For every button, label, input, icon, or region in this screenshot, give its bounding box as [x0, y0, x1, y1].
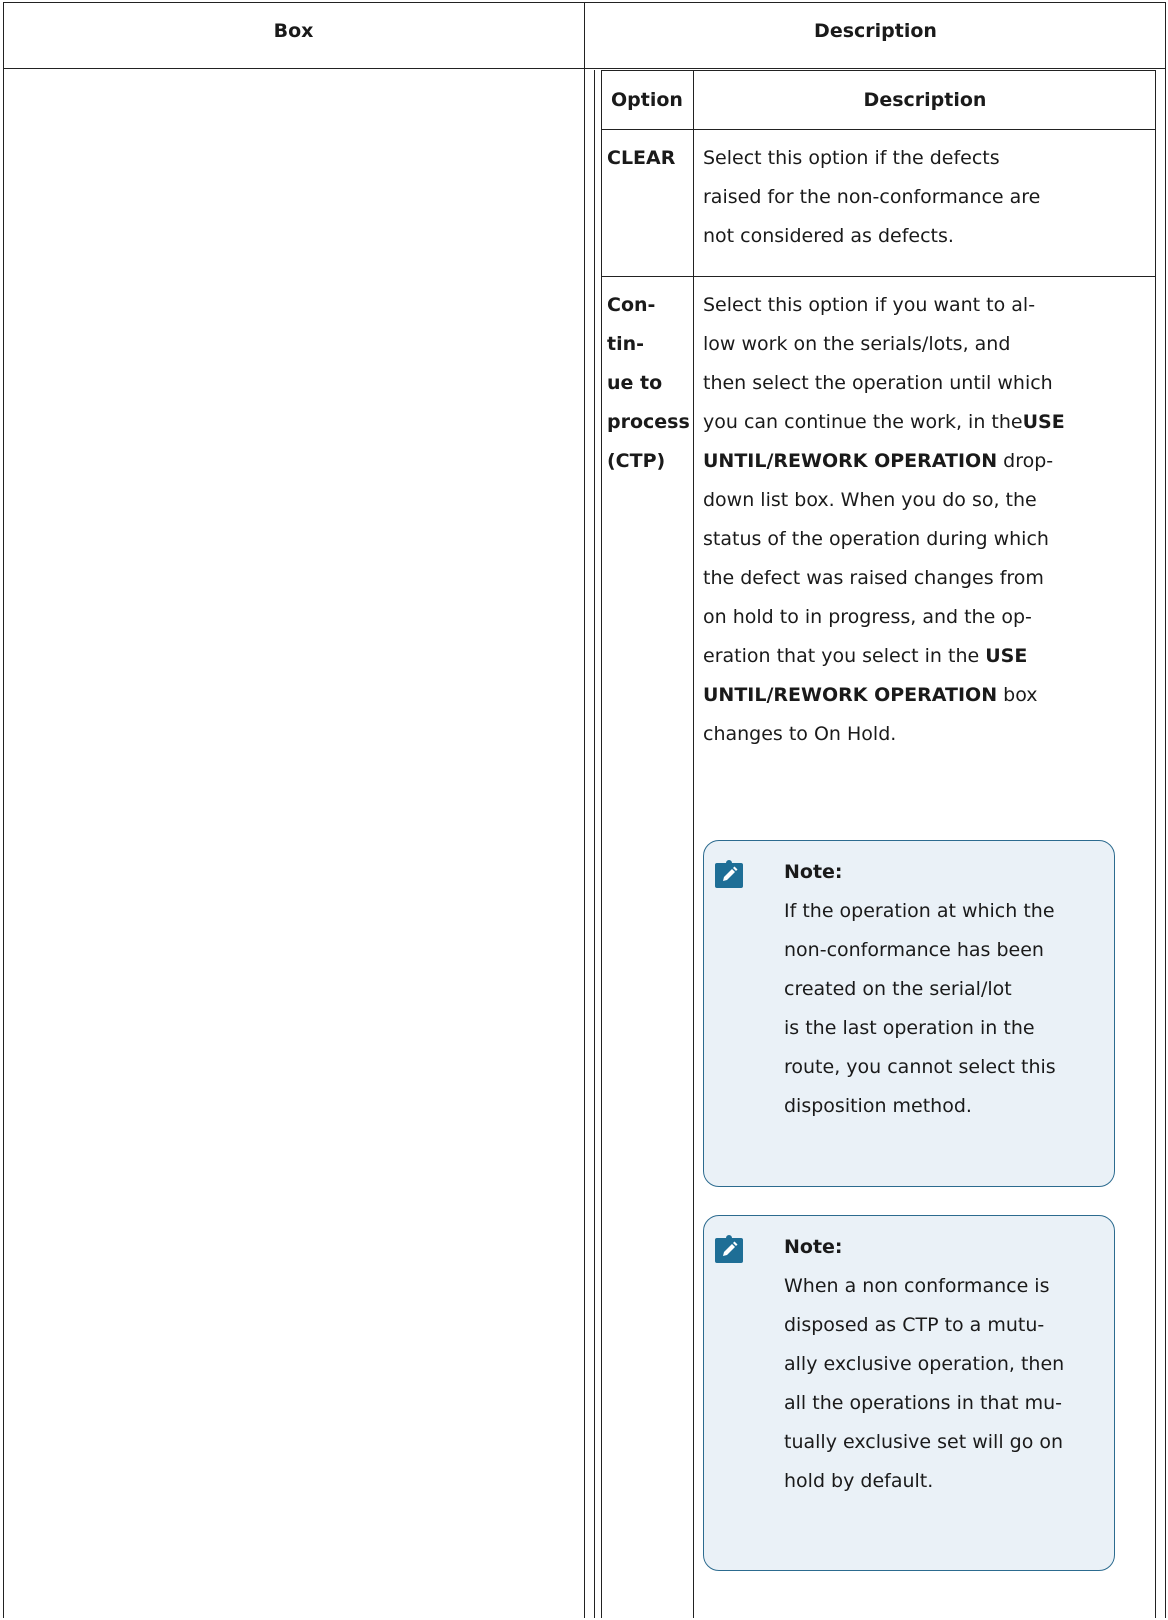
desc-line: the defect was raised changes from — [703, 567, 1044, 589]
desc-line: not considered as defects. — [703, 225, 954, 247]
desc-line: status of the operation during which — [703, 528, 1049, 550]
note-callout: Note: If the operation at which the non-… — [703, 840, 1115, 1187]
note-line: hold by default. — [784, 1470, 934, 1492]
desc-text: drop- — [997, 450, 1054, 472]
desc-line: raised for the non-conformance are — [703, 186, 1041, 208]
field-name: USE — [985, 645, 1028, 667]
desc-line: Select this option if you want to al- — [703, 294, 1036, 316]
outer-header-rule — [3, 68, 1166, 69]
note-line: When a non conformance is — [784, 1275, 1050, 1297]
inner-row-rule — [601, 276, 1156, 277]
option-line: CLEAR — [607, 147, 676, 169]
desc-line: UNTIL/REWORK OPERATION box — [703, 676, 1151, 715]
note-line: ally exclusive operation, then — [784, 1353, 1065, 1375]
field-name: UNTIL/REWORK OPERATION — [703, 450, 998, 472]
note-line: created on the serial/lot — [784, 978, 1012, 1000]
description-clear: Select this option if the defects raised… — [703, 139, 1151, 256]
option-ctp: Con- tin- ue to process (CTP) — [607, 286, 693, 481]
note-line: tually exclusive set will go on — [784, 1431, 1064, 1453]
desc-text: you can continue the work, in the — [703, 411, 1023, 433]
note-line: disposition method. — [784, 1095, 972, 1117]
field-name: UNTIL/REWORK OPERATION — [703, 684, 998, 706]
outer-column-divider — [584, 2, 585, 1618]
inner-header-rule — [601, 129, 1156, 130]
desc-line: Select this option if the defects — [703, 147, 1000, 169]
note-line: is the last operation in the — [784, 1017, 1035, 1039]
note-line: disposed as CTP to a mutu- — [784, 1314, 1045, 1336]
inner-column-divider — [693, 70, 694, 1618]
inner-table-double-border — [594, 70, 595, 1618]
desc-line: UNTIL/REWORK OPERATION drop- — [703, 442, 1151, 481]
option-line: Con- — [607, 294, 656, 316]
note-line: all the operations in that mu- — [784, 1392, 1063, 1414]
note-body: If the operation at which the non-confor… — [784, 892, 1114, 1126]
description-ctp: Select this option if you want to al- lo… — [703, 286, 1151, 754]
option-line: (CTP) — [607, 450, 666, 472]
desc-text: eration that you select in the — [703, 645, 986, 667]
inner-header-option: Option — [611, 89, 683, 111]
desc-line: then select the operation until which — [703, 372, 1053, 394]
note-body: When a non conformance is disposed as CT… — [784, 1267, 1114, 1501]
desc-line: you can continue the work, in theUSE — [703, 403, 1151, 442]
note-line: non-conformance has been — [784, 939, 1044, 961]
option-line: process — [607, 411, 690, 433]
desc-text: box — [997, 684, 1038, 706]
field-name: USE — [1022, 411, 1065, 433]
option-line: ue to — [607, 372, 663, 394]
desc-line: changes to On Hold. — [703, 723, 897, 745]
note-line: If the operation at which the — [784, 900, 1055, 922]
note-callout: Note: When a non conformance is disposed… — [703, 1215, 1115, 1571]
column-header-description: Description — [814, 20, 937, 42]
desc-line: down list box. When you do so, the — [703, 489, 1037, 511]
option-line: tin- — [607, 333, 645, 355]
column-header-box: Box — [273, 20, 314, 42]
note-title: Note: — [784, 1236, 843, 1258]
pencil-note-icon — [715, 860, 743, 888]
desc-line: low work on the serials/lots, and — [703, 333, 1011, 355]
note-line: route, you cannot select this — [784, 1056, 1056, 1078]
pencil-note-icon — [715, 1235, 743, 1263]
option-clear: CLEAR — [607, 139, 693, 178]
inner-header-description: Description — [863, 89, 987, 111]
note-title: Note: — [784, 861, 843, 883]
desc-line: on hold to in progress, and the op- — [703, 606, 1032, 628]
desc-line: eration that you select in the USE — [703, 637, 1151, 676]
